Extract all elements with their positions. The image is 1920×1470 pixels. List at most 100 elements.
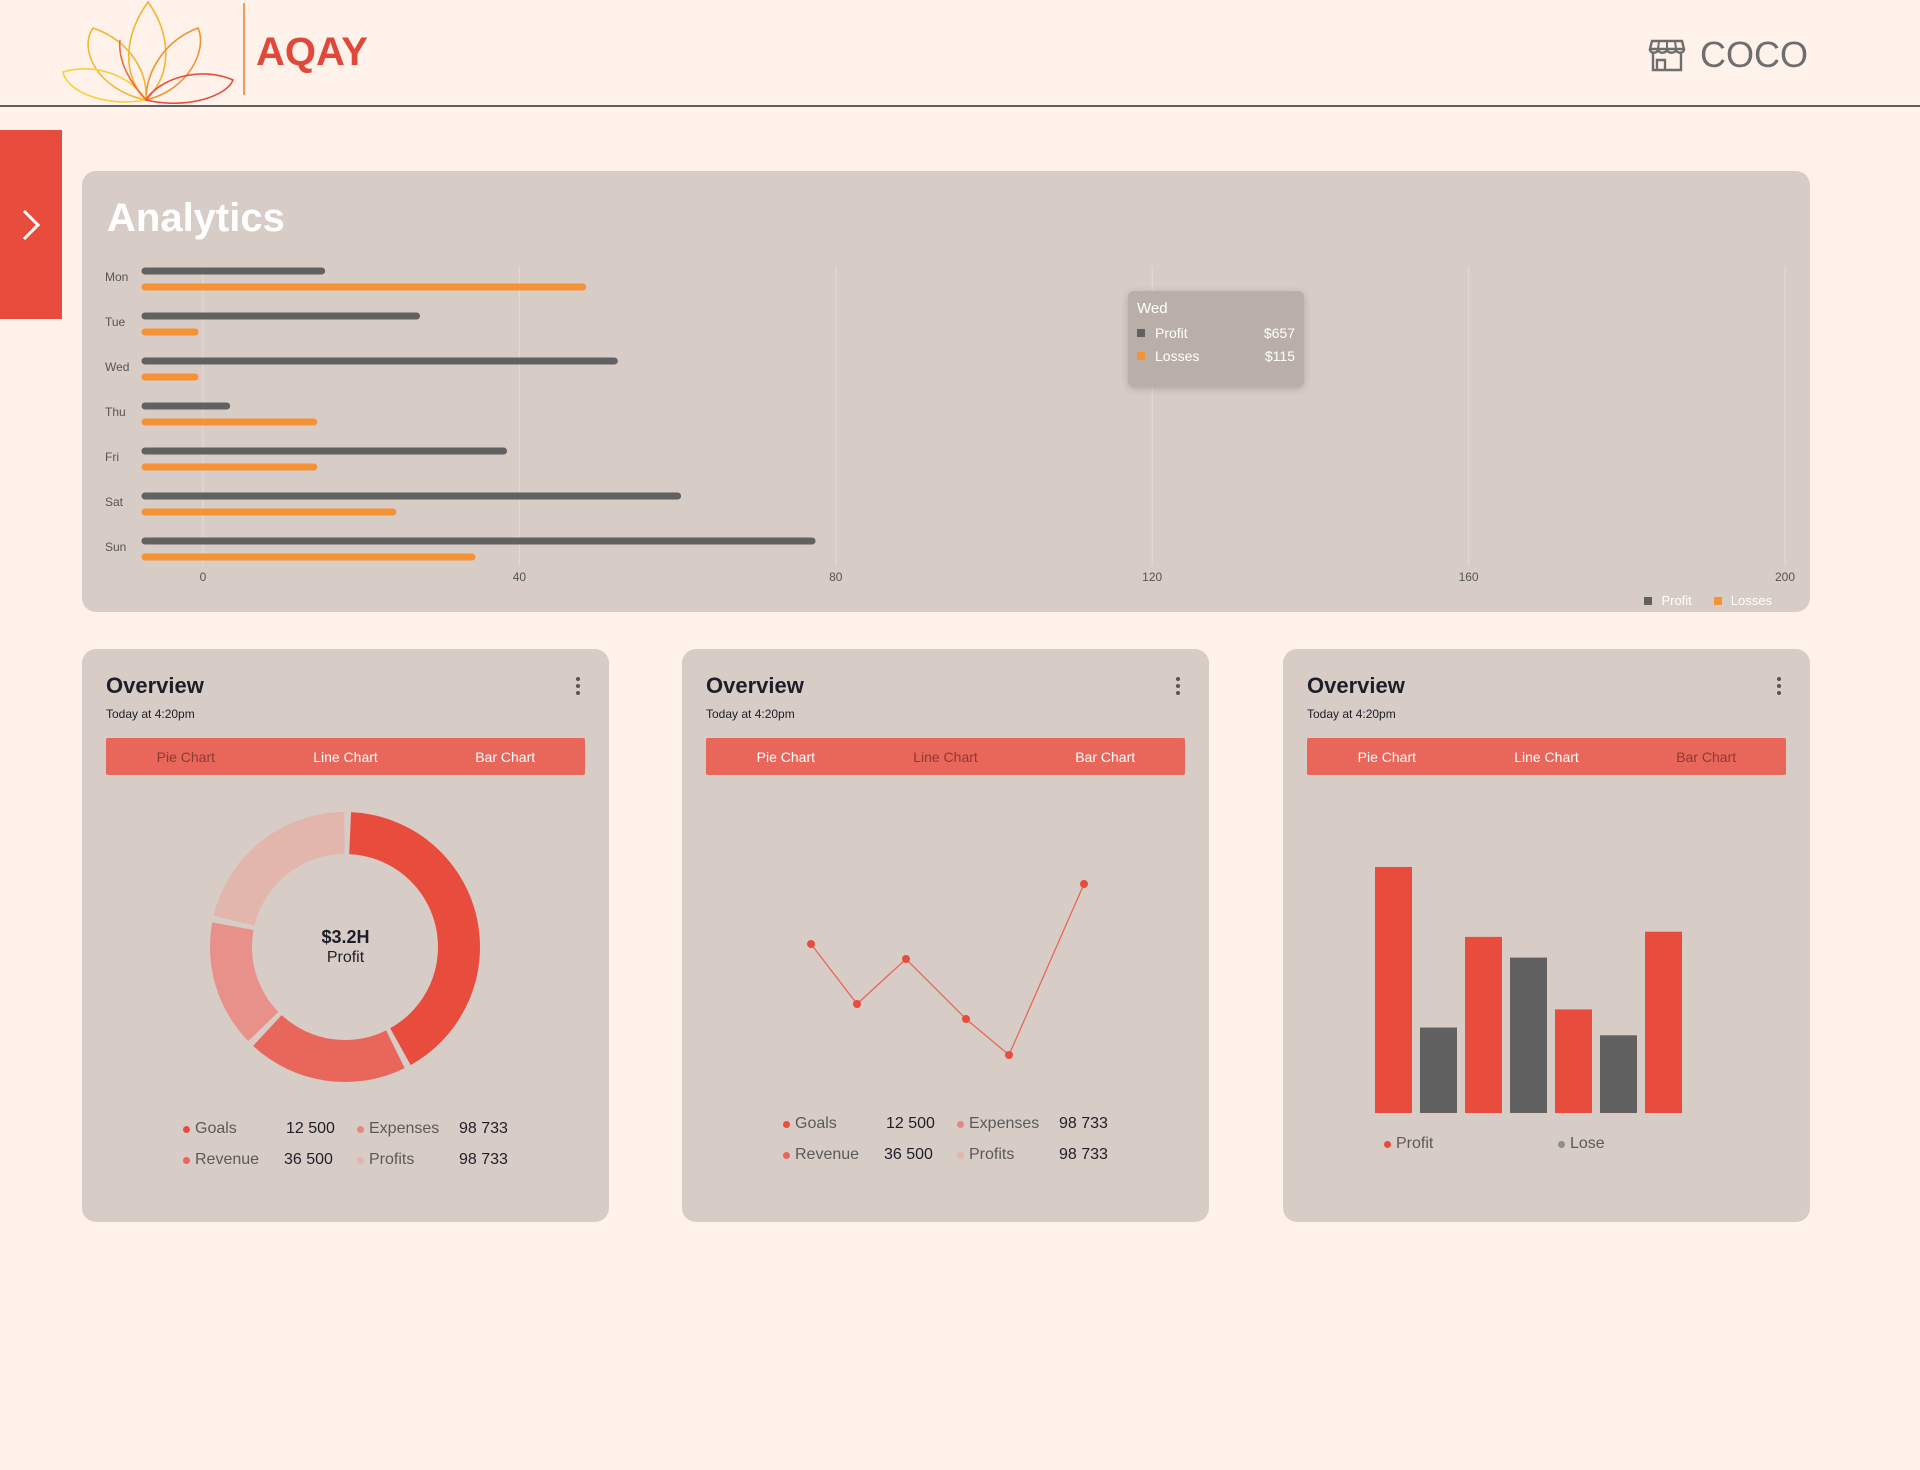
logo-divider [243, 3, 245, 95]
stat-value: 98 733 [1059, 1146, 1108, 1163]
stat-value: 12 500 [886, 1115, 935, 1132]
bar [1555, 1009, 1592, 1113]
stat-name: Goals [795, 1115, 837, 1132]
y-category-label: Tue [105, 315, 126, 329]
stat-expenses: Expenses [957, 1115, 1039, 1133]
donut-center-label: Profit [326, 949, 365, 966]
stat-revenue: Revenue [183, 1151, 259, 1169]
brand-name: AQAY [256, 30, 368, 74]
bar [1465, 936, 1502, 1113]
tooltip-value: $115 [1264, 348, 1295, 364]
bar-chart [1375, 866, 1682, 1113]
line-chart [807, 880, 1088, 1059]
expenses-dot [957, 1120, 964, 1128]
y-category-label: Mon [105, 270, 128, 284]
stat-value: 98 733 [1059, 1115, 1108, 1132]
stat-expenses: Expenses [357, 1120, 439, 1138]
losses-swatch [1137, 352, 1145, 360]
bar [1645, 931, 1682, 1113]
lose-dot [1558, 1140, 1565, 1148]
sidebar-expand-button[interactable] [0, 130, 62, 319]
x-tick-label: 200 [1775, 570, 1795, 584]
losses-swatch [1713, 596, 1722, 605]
y-category-label: Fri [105, 450, 119, 464]
lotus-logo-icon [62, 0, 234, 104]
x-tick-label: 0 [200, 570, 207, 584]
legend-profit: Profit [1384, 1135, 1433, 1153]
legend-name: Lose [1570, 1135, 1605, 1152]
legend-item-profit[interactable]: Profit [1644, 593, 1692, 608]
profit-swatch [1644, 596, 1653, 605]
profit-dot [1384, 1140, 1391, 1148]
revenue-dot [183, 1156, 190, 1164]
chevron-right-icon [22, 209, 41, 240]
chart-legend: Profit Losses [1644, 593, 1772, 608]
y-category-label: Wed [105, 360, 129, 374]
y-category-label: Sun [105, 540, 126, 554]
profits-dot [957, 1151, 964, 1159]
bar [1375, 866, 1412, 1113]
legend-label: Losses [1730, 593, 1772, 608]
profits-dot [357, 1156, 364, 1164]
donut-slice [253, 1015, 405, 1082]
line-point [902, 955, 910, 963]
tooltip-title: Wed [1137, 300, 1168, 317]
stat-name: Profits [369, 1151, 415, 1168]
bar [1510, 957, 1547, 1113]
top-header: AQAY COCO [0, 0, 1920, 107]
store-icon [1648, 39, 1686, 72]
stat-name: Goals [195, 1120, 237, 1137]
x-tick-label: 120 [1142, 570, 1162, 584]
y-category-label: Thu [105, 405, 126, 419]
stat-value: 36 500 [284, 1151, 333, 1168]
tooltip-label: Losses [1155, 348, 1200, 364]
line-point [1005, 1051, 1013, 1059]
stat-name: Revenue [195, 1151, 260, 1168]
x-tick-label: 40 [513, 570, 527, 584]
chart-tooltip: Wed Profit $657 Losses $115 [1128, 291, 1304, 387]
stat-name: Expenses [969, 1115, 1040, 1132]
donut-center-value: $3.2H [321, 927, 370, 947]
goals-dot [183, 1125, 190, 1133]
stat-goals: Goals [183, 1120, 237, 1138]
x-tick-label: 80 [829, 570, 843, 584]
y-category-label: Sat [105, 495, 124, 509]
profit-swatch [1137, 329, 1145, 337]
stat-goals: Goals [783, 1115, 837, 1133]
overview-card-bar: Overview Today at 4:20pm Pie Chart Line … [1283, 649, 1810, 1222]
legend-label: Profit [1661, 593, 1692, 608]
store-selector[interactable]: COCO [1648, 34, 1808, 76]
legend-item-losses[interactable]: Losses [1713, 593, 1772, 608]
tooltip-value: $657 [1263, 325, 1295, 341]
tooltip-row-profit: Profit $657 [1137, 325, 1295, 341]
stat-profits: Profits [357, 1151, 414, 1169]
tooltip-label: Profit [1155, 325, 1188, 341]
stat-value: 98 733 [459, 1151, 508, 1168]
legend-lose: Lose [1558, 1135, 1605, 1153]
overview-card-pie: Overview Today at 4:20pm Pie Chart Line … [82, 649, 609, 1222]
line-series [810, 883, 1085, 1057]
expenses-dot [357, 1125, 364, 1133]
line-point [807, 940, 815, 948]
overview-card-line: Overview Today at 4:20pm Pie Chart Line … [682, 649, 1209, 1222]
stat-value: 12 500 [286, 1120, 335, 1137]
stat-value: 98 733 [459, 1120, 508, 1137]
store-name: COCO [1700, 34, 1808, 75]
line-point [1080, 880, 1088, 888]
bar [1600, 1035, 1637, 1113]
revenue-dot [783, 1151, 790, 1159]
weekly-profit-loss-chart: 0 40 80 120 160 200 Mon Tue Wed Thu Fri Sat Sun [105, 266, 1795, 584]
legend-name: Profit [1396, 1135, 1434, 1152]
goals-dot [783, 1120, 790, 1128]
stat-name: Profits [969, 1146, 1015, 1163]
x-tick-label: 160 [1459, 570, 1479, 584]
stat-name: Expenses [369, 1120, 440, 1137]
analytics-panel: Analytics 0 40 80 120 160 200 Mon Tue Wed Thu Fri S… [82, 171, 1810, 612]
line-point [962, 1015, 970, 1023]
donut-slice [213, 812, 345, 926]
stat-value: 36 500 [884, 1146, 933, 1163]
stat-profits: Profits [957, 1146, 1014, 1164]
line-point [853, 1000, 861, 1008]
stat-name: Revenue [795, 1146, 860, 1163]
stat-revenue: Revenue [783, 1146, 859, 1164]
